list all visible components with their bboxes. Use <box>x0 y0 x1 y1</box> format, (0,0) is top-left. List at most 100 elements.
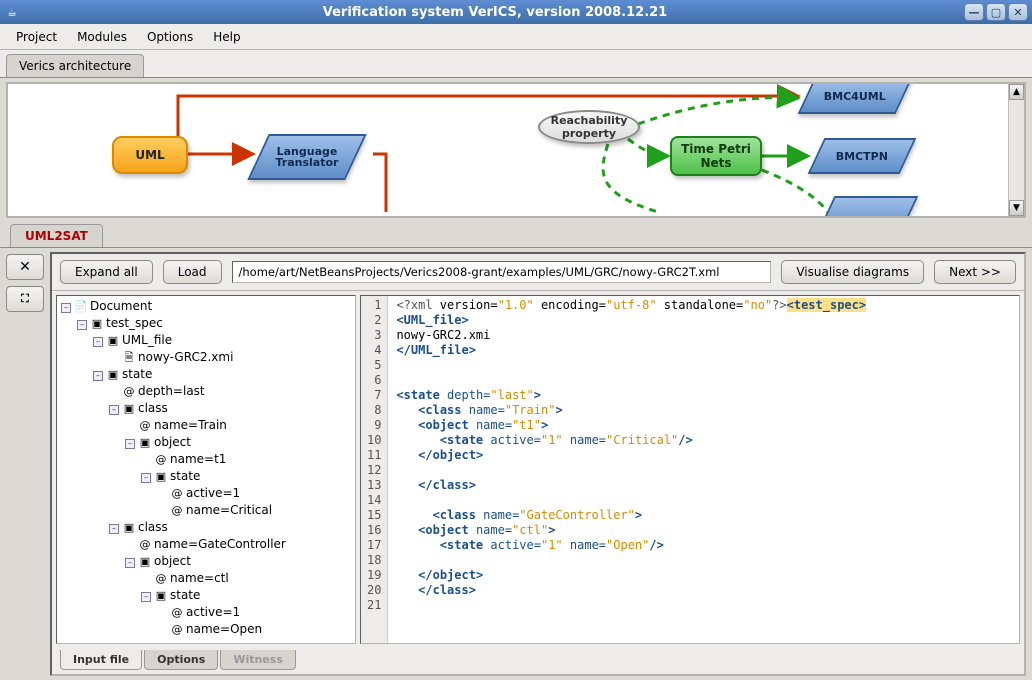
tree-test-spec[interactable]: test_spec <box>106 316 163 330</box>
left-tool-column: ✕ ⛶ <box>0 248 50 680</box>
tree-name-t1[interactable]: name=t1 <box>170 452 226 466</box>
code-area[interactable]: <?xml version="1.0" encoding="utf-8" sta… <box>388 296 1019 643</box>
window-buttons: — ▢ ✕ <box>964 3 1028 21</box>
load-button[interactable]: Load <box>163 260 222 284</box>
tree-handle[interactable]: – <box>141 473 151 483</box>
node-icon: ▣ <box>122 401 136 417</box>
tree-uml-file-child[interactable]: nowy-GRC2.xmi <box>138 350 233 364</box>
file-path-field[interactable]: /home/art/NetBeansProjects/Verics2008-gr… <box>232 261 772 283</box>
tree-class-train[interactable]: class <box>138 401 168 415</box>
tab-input-file[interactable]: Input file <box>60 650 142 670</box>
attr-icon: @ <box>170 486 184 502</box>
scroll-down-icon[interactable]: ▼ <box>1009 200 1024 216</box>
arch-tpn-label: Time Petri Nets <box>672 142 760 170</box>
tree-name-open[interactable]: name=Open <box>186 622 262 636</box>
node-icon: ▣ <box>106 333 120 349</box>
tree-handle[interactable]: – <box>109 524 119 534</box>
architecture-tab-row: Verics architecture <box>0 50 1032 78</box>
window-title: Verification system VerICS, version 2008… <box>26 5 964 20</box>
arch-bmc4uml-label: BMC4UML <box>824 91 886 102</box>
tree-name-critical[interactable]: name=Critical <box>186 503 272 517</box>
document-icon: 📄 <box>74 299 88 315</box>
tree-state[interactable]: state <box>122 367 152 381</box>
tree-handle[interactable]: – <box>77 320 87 330</box>
expand-all-button[interactable]: Expand all <box>60 260 153 284</box>
node-icon: ▣ <box>138 554 152 570</box>
node-icon: ▣ <box>154 469 168 485</box>
architecture-canvas[interactable]: UML Language Translator Reachability pro… <box>8 84 1024 216</box>
menu-help[interactable]: Help <box>205 27 248 47</box>
arch-uml-label: UML <box>135 148 164 162</box>
menu-bar: Project Modules Options Help <box>0 24 1032 50</box>
next-button[interactable]: Next >> <box>934 260 1016 284</box>
tree-handle[interactable]: – <box>109 405 119 415</box>
arch-node-tpn[interactable]: Time Petri Nets <box>670 136 762 176</box>
attr-icon: @ <box>138 537 152 553</box>
tab-uml2sat[interactable]: UML2SAT <box>10 224 103 247</box>
tree-name-gc[interactable]: name=GateController <box>154 537 286 551</box>
tree-object-t1[interactable]: object <box>154 435 191 449</box>
node-icon: ▣ <box>154 588 168 604</box>
architecture-scrollbar[interactable]: ▲ ▼ <box>1008 84 1024 216</box>
maximize-button[interactable]: ▢ <box>986 3 1006 21</box>
toolbar: Expand all Load /home/art/NetBeansProjec… <box>52 254 1024 290</box>
node-icon: ▣ <box>122 520 136 536</box>
tree-active-1b[interactable]: active=1 <box>186 605 240 619</box>
arch-node-uml[interactable]: UML <box>112 136 188 174</box>
tree-handle[interactable]: – <box>125 558 135 568</box>
title-bar: ☕ Verification system VerICS, version 20… <box>0 0 1032 24</box>
tree-name-train[interactable]: name=Train <box>154 418 227 432</box>
bottom-tabs: Input file Options Witness <box>52 648 1024 674</box>
menu-project[interactable]: Project <box>8 27 65 47</box>
fullscreen-button[interactable]: ⛶ <box>6 286 44 312</box>
tree-uml-file[interactable]: UML_file <box>122 333 172 347</box>
main-area: ✕ ⛶ Expand all Load /home/art/NetBeansPr… <box>0 248 1032 680</box>
tree-state-open[interactable]: state <box>170 588 200 602</box>
arch-lt-label: Language Translator <box>260 146 354 168</box>
java-icon: ☕ <box>4 4 20 20</box>
editor-pane[interactable]: 123456789101112131415161718192021 <?xml … <box>360 295 1020 644</box>
attr-icon: @ <box>170 622 184 638</box>
arch-reach-label: Reachability property <box>540 114 638 140</box>
tree-active-1[interactable]: active=1 <box>186 486 240 500</box>
tree-state-critical[interactable]: state <box>170 469 200 483</box>
tree-handle[interactable]: – <box>93 371 103 381</box>
arch-node-bmc4uml[interactable]: BMC4UML <box>798 84 913 114</box>
attr-icon: @ <box>154 571 168 587</box>
attr-icon: @ <box>122 384 136 400</box>
architecture-tab[interactable]: Verics architecture <box>6 54 144 77</box>
tree-depth-last[interactable]: depth=last <box>138 384 205 398</box>
tree-handle[interactable]: – <box>61 303 71 313</box>
arch-node-bmc-extra[interactable] <box>818 196 919 216</box>
lower-tab-row: UML2SAT <box>0 222 1032 248</box>
minimize-button[interactable]: — <box>964 3 984 21</box>
close-panel-button[interactable]: ✕ <box>6 254 44 280</box>
scroll-up-icon[interactable]: ▲ <box>1009 84 1024 100</box>
arch-node-bmctpn[interactable]: BMCTPN <box>808 138 917 174</box>
attr-icon: @ <box>138 418 152 434</box>
tree-class-gc[interactable]: class <box>138 520 168 534</box>
attr-icon: @ <box>170 605 184 621</box>
attr-icon: @ <box>154 452 168 468</box>
menu-modules[interactable]: Modules <box>69 27 135 47</box>
arch-bmctpn-label: BMCTPN <box>836 151 888 162</box>
node-icon: ▣ <box>138 435 152 451</box>
node-icon: ▣ <box>106 367 120 383</box>
tree-handle[interactable]: – <box>141 592 151 602</box>
tree-handle[interactable]: – <box>93 337 103 347</box>
tab-options[interactable]: Options <box>144 650 218 670</box>
close-button[interactable]: ✕ <box>1008 3 1028 21</box>
tree-object-ctl[interactable]: object <box>154 554 191 568</box>
visualise-button[interactable]: Visualise diagrams <box>781 260 924 284</box>
menu-options[interactable]: Options <box>139 27 201 47</box>
line-number-gutter: 123456789101112131415161718192021 <box>361 296 388 643</box>
file-icon: 🗎 <box>122 350 136 366</box>
node-icon: ▣ <box>90 316 104 332</box>
tree-name-ctl[interactable]: name=ctl <box>170 571 229 585</box>
tree-handle[interactable]: – <box>125 439 135 449</box>
tab-witness: Witness <box>220 650 296 670</box>
tree-pane[interactable]: –📄Document –▣test_spec –▣UML_file 🗎nowy-… <box>56 295 356 644</box>
split-pane: –📄Document –▣test_spec –▣UML_file 🗎nowy-… <box>52 290 1024 648</box>
tree-document[interactable]: Document <box>90 299 152 313</box>
arch-node-reachability[interactable]: Reachability property <box>538 110 640 144</box>
